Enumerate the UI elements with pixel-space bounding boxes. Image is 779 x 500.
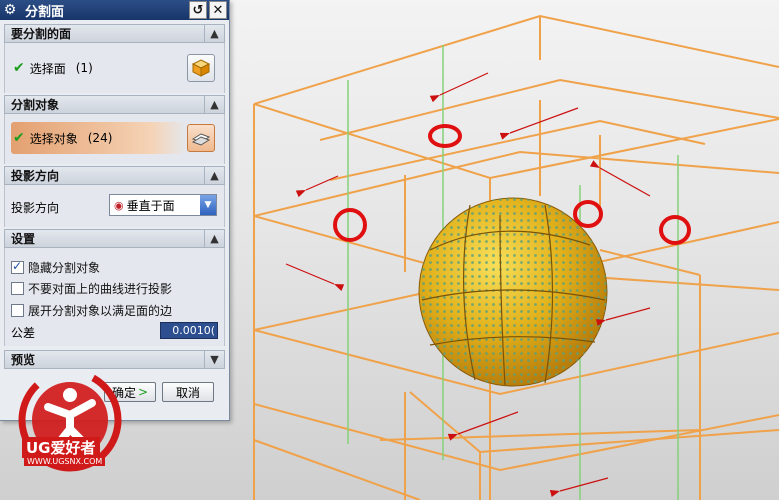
chevron-down-icon[interactable]: ▼ <box>204 351 224 368</box>
checkbox-unchecked[interactable] <box>11 303 24 317</box>
hide-split-objects-option[interactable]: 隐藏分割对象 <box>11 258 100 276</box>
section-settings-title: 设置 <box>11 232 36 246</box>
object-select-sheet-icon <box>191 133 211 146</box>
option-label: 不要对面上的曲线进行投影 <box>28 281 173 296</box>
object-select-button[interactable] <box>187 124 215 152</box>
close-icon[interactable]: ✕ <box>209 1 227 19</box>
tolerance-label: 公差 <box>11 326 36 340</box>
gear-icon[interactable]: ⚙ <box>2 2 18 18</box>
chevron-down-icon[interactable]: ▼ <box>200 195 216 215</box>
checkbox-checked[interactable] <box>11 259 24 274</box>
normal-to-face-icon: ◉ <box>114 198 124 212</box>
projection-field-label: 投影方向 <box>11 201 60 215</box>
face-select-cube-icon <box>191 59 211 77</box>
split-face-dialog: ⚙ 分割面 ↺ ✕ 要分割的面 ▲ ✔ 选择面 (1) 分割对象 ▲ ✔ 选择对… <box>0 0 230 421</box>
expand-split-objects-option[interactable]: 展开分割对象以满足面的边 <box>11 301 172 319</box>
face-select-button[interactable] <box>187 54 215 82</box>
section-split-objects-body: ✔ 选择对象 (24) <box>4 114 225 164</box>
section-projection-body: 投影方向 ◉ 垂直于面 ▼ <box>4 185 225 227</box>
chevron-up-icon[interactable]: ▲ <box>204 96 224 113</box>
select-face-row[interactable]: ✔ 选择面 (1) <box>11 52 187 84</box>
select-object-row[interactable]: ✔ 选择对象 (24) <box>11 122 187 154</box>
check-icon: ✔ <box>13 60 25 76</box>
section-split-objects-title: 分割对象 <box>11 98 60 112</box>
option-label: 展开分割对象以满足面的边 <box>28 303 173 318</box>
section-split-objects-header[interactable]: 分割对象 ▲ <box>4 95 225 114</box>
cancel-button[interactable]: 取消 <box>162 382 214 402</box>
section-face-to-split-header[interactable]: 要分割的面 ▲ <box>4 24 225 43</box>
watermark-url: WWW.UGSNX.COM <box>24 457 106 466</box>
select-face-count: (1) <box>75 61 93 75</box>
section-face-to-split-title: 要分割的面 <box>11 27 72 41</box>
watermark-logo-icon <box>18 368 122 472</box>
select-face-label: 选择面 <box>29 61 66 76</box>
tolerance-input[interactable]: 0.0010( <box>160 322 218 339</box>
section-settings-header[interactable]: 设置 ▲ <box>4 229 225 248</box>
projection-direction-select[interactable]: ◉ 垂直于面 ▼ <box>109 194 217 216</box>
select-object-label: 选择对象 <box>29 131 78 146</box>
select-object-count: (24) <box>87 131 113 145</box>
check-icon: ✔ <box>13 130 25 146</box>
split-sphere-body <box>418 197 608 387</box>
reset-icon[interactable]: ↺ <box>189 1 207 19</box>
section-settings-body: 隐藏分割对象 不要对面上的曲线进行投影 展开分割对象以满足面的边 公差 0.00… <box>4 248 225 346</box>
ugsnx-watermark-logo: UG爱好者 WWW.UGSNX.COM <box>10 365 140 490</box>
section-projection-header[interactable]: 投影方向 ▲ <box>4 166 225 185</box>
option-label: 隐藏分割对象 <box>28 260 101 275</box>
projection-selected-option: 垂直于面 <box>126 198 175 213</box>
chevron-up-icon[interactable]: ▲ <box>204 167 224 184</box>
dialog-titlebar: ⚙ 分割面 ↺ ✕ <box>0 0 229 20</box>
watermark-brand: UG爱好者 <box>22 437 100 458</box>
checkbox-unchecked[interactable] <box>11 281 24 295</box>
section-face-to-split-body: ✔ 选择面 (1) <box>4 43 225 93</box>
no-project-curves-option[interactable]: 不要对面上的曲线进行投影 <box>11 279 172 297</box>
dialog-title: 分割面 <box>25 4 65 20</box>
chevron-up-icon[interactable]: ▲ <box>204 230 224 247</box>
section-projection-title: 投影方向 <box>11 169 60 183</box>
chevron-up-icon[interactable]: ▲ <box>204 25 224 42</box>
